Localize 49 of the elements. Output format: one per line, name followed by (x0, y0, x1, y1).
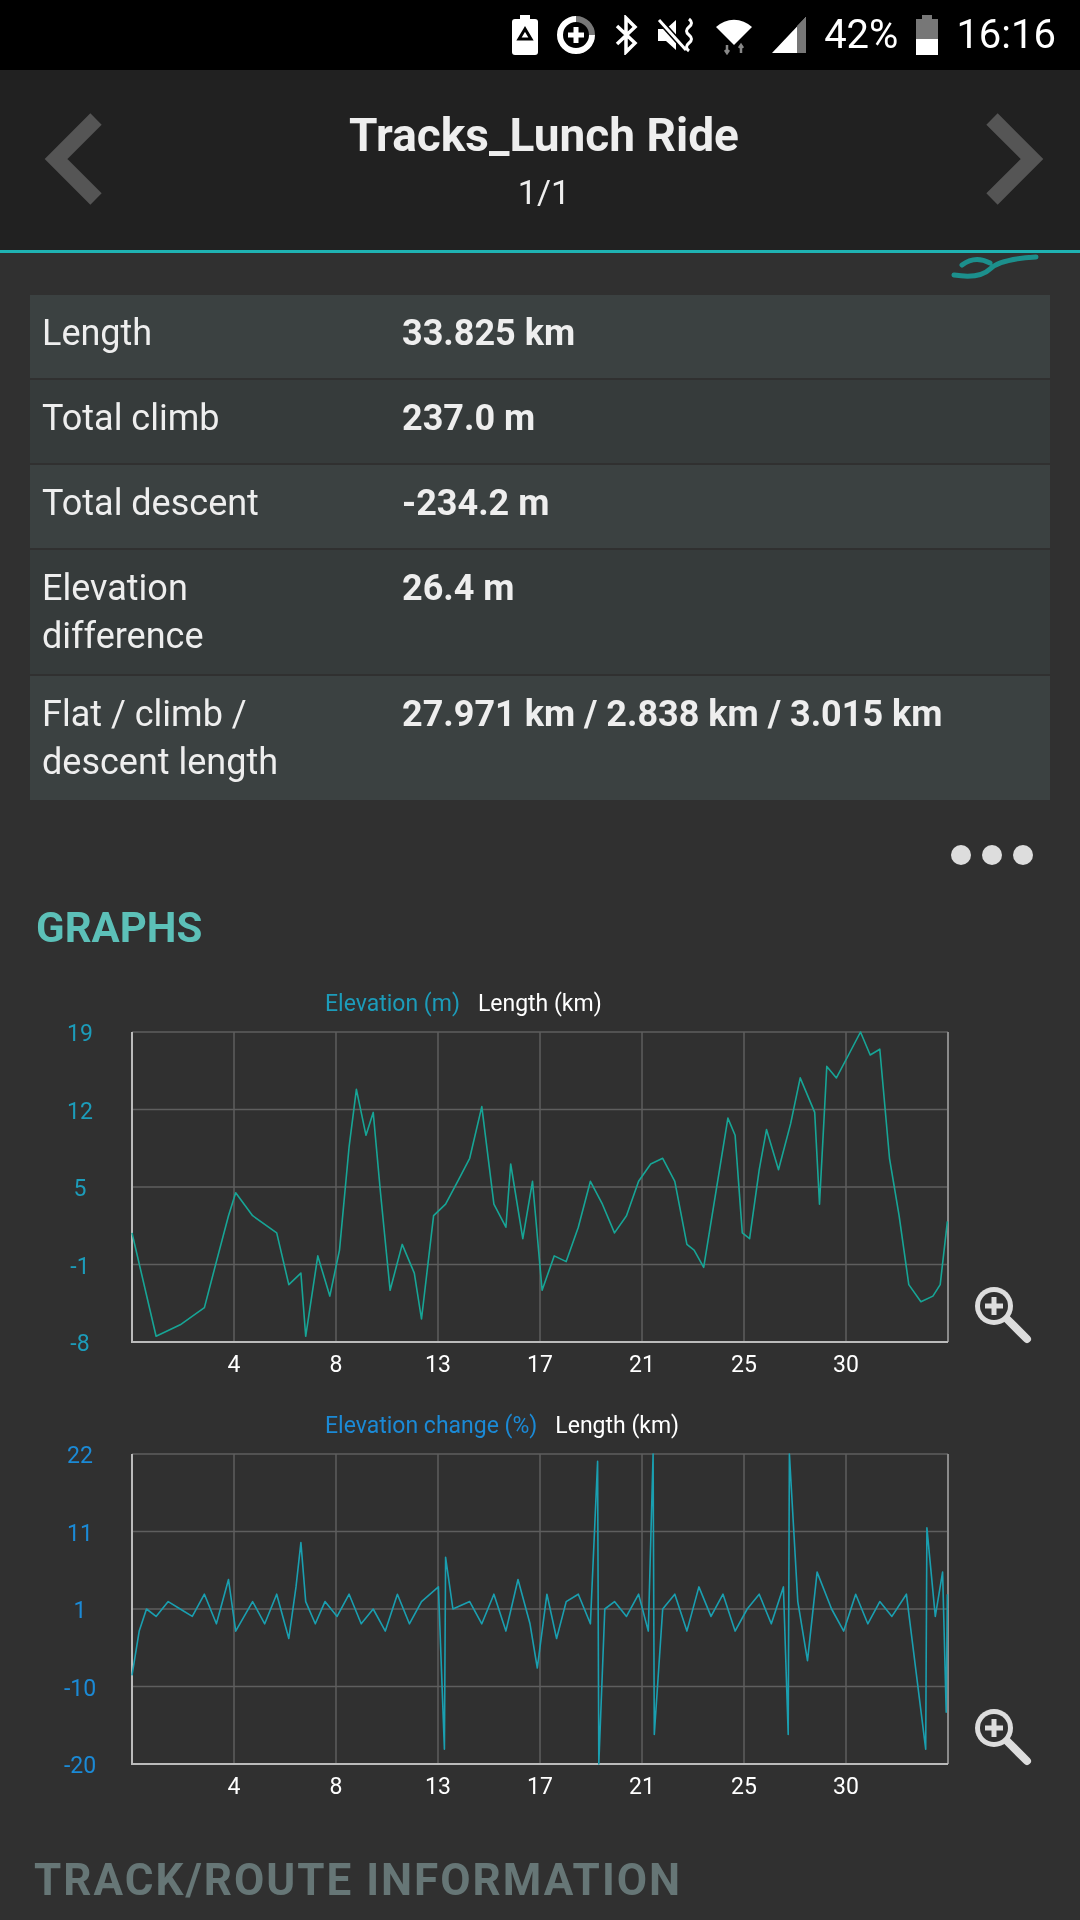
track-logo-icon (950, 253, 1040, 279)
page-counter: 1/1 (517, 172, 571, 212)
data-saver-icon (556, 15, 597, 55)
battery-percent: 42% (824, 15, 899, 55)
section-title: TRACK/ROUTE INFORMATION (34, 1854, 684, 1906)
y-axis-title: Elevation (m) (325, 989, 460, 1017)
statistic-value: 33.825 km (402, 311, 577, 356)
x-tick-label: 13 (425, 1351, 451, 1378)
y-axis-title: Elevation change (%) (325, 1411, 538, 1439)
track-title: Tracks_Lunch Ride (349, 108, 739, 162)
y-tick-label: 19 (67, 1020, 93, 1047)
y-tick-label: -20 (63, 1752, 97, 1779)
y-tick-label: 5 (73, 1175, 87, 1202)
x-axis-title: Length (km) (555, 1411, 680, 1439)
x-tick-label: 8 (329, 1351, 343, 1378)
bluetooth-icon (614, 15, 639, 55)
statistic-value: 27.971 km / 2.838 km / 3.015 km (402, 692, 944, 737)
statistic-value: 237.0 m (402, 396, 537, 441)
section-title: GRAPHS (36, 903, 204, 952)
y-tick-label: 1 (73, 1597, 87, 1624)
statistic-value: -234.2 m (402, 481, 551, 526)
x-tick-label: 17 (527, 1351, 553, 1378)
x-tick-label: 4 (227, 1773, 241, 1800)
statistic-label: Elevation difference (42, 566, 205, 659)
x-tick-label: 25 (731, 1351, 757, 1378)
x-tick-label: 8 (329, 1773, 343, 1800)
x-tick-label: 21 (629, 1773, 655, 1800)
statistic-label: Flat / climb / descent length (42, 692, 280, 785)
y-tick-label: -8 (70, 1330, 90, 1357)
x-tick-label: 4 (227, 1351, 241, 1378)
clock: 16:16 (956, 15, 1056, 55)
signal-icon (772, 17, 807, 53)
x-tick-label: 17 (527, 1773, 553, 1800)
y-tick-label: 12 (67, 1097, 93, 1125)
x-tick-label: 13 (425, 1773, 451, 1800)
statistic-label: Length (42, 311, 154, 356)
y-tick-label: -10 (63, 1674, 97, 1702)
statistic-label: Total climb (42, 396, 221, 441)
statistic-value: 26.4 m (402, 566, 516, 611)
y-tick-label: 22 (67, 1442, 93, 1469)
x-axis-title: Length (km) (477, 989, 602, 1017)
y-tick-label: 11 (67, 1519, 93, 1547)
x-tick-label: 21 (629, 1351, 655, 1378)
battery-icon (916, 15, 939, 55)
x-tick-label: 30 (833, 1351, 859, 1378)
statistic-label: Total descent (42, 481, 260, 526)
x-tick-label: 30 (833, 1773, 859, 1800)
y-tick-label: -1 (70, 1252, 90, 1280)
x-tick-label: 25 (731, 1773, 757, 1800)
